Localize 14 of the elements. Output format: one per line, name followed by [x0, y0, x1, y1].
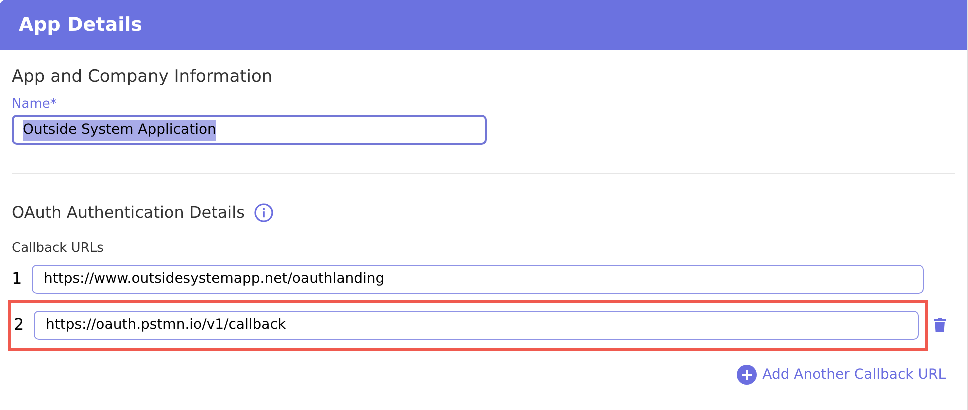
add-callback-link[interactable]: Add Another Callback URL: [736, 364, 946, 386]
header-title: App Details: [19, 12, 142, 38]
row-number: 1: [12, 268, 24, 290]
section-title: App and Company Information: [12, 66, 274, 88]
field-label: Callback URLs: [12, 240, 105, 258]
callback-url-field[interactable]: https://www.outsidesystemapp.net/oauthlanding: [32, 264, 924, 294]
plus-circle-icon: [736, 365, 757, 385]
row-number: 2: [14, 314, 26, 336]
callback-url-field[interactable]: https://oauth.pstmn.io/v1/callback: [34, 310, 919, 340]
trash-icon[interactable]: [934, 318, 946, 332]
field-label: Name*: [12, 97, 58, 113]
name-field[interactable]: Outside System Application: [12, 115, 487, 145]
info-icon[interactable]: [254, 203, 274, 223]
section-title: OAuth Authentication Details: [12, 202, 245, 224]
